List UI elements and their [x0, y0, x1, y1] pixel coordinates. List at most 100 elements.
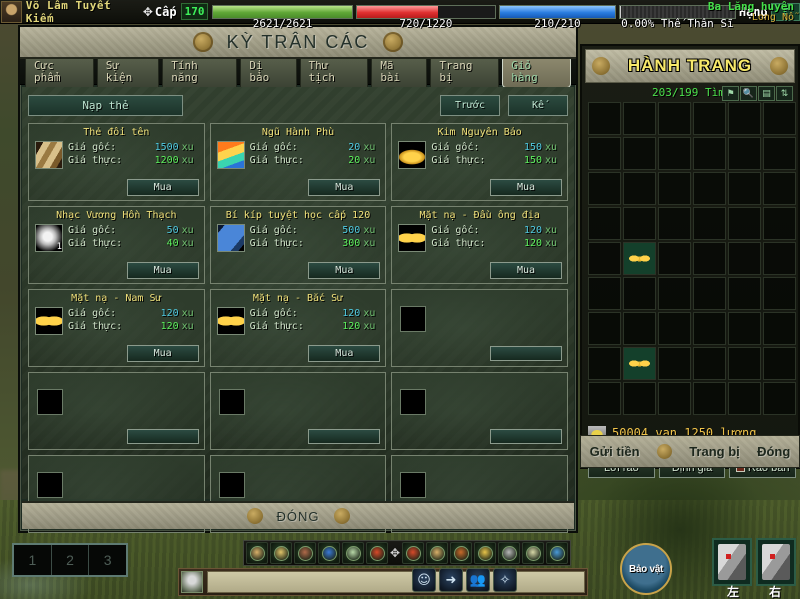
chat-input[interactable]	[207, 571, 585, 593]
treasure-button[interactable]: Bảo vật	[620, 543, 672, 595]
player-portrait[interactable]	[1, 0, 22, 23]
inventory-slot-empty[interactable]	[693, 172, 726, 205]
inventory-slot-empty[interactable]	[728, 137, 761, 170]
inventory-slot-empty[interactable]	[588, 172, 621, 205]
note-icon[interactable]: ▤	[758, 86, 775, 101]
buy-button[interactable]: Mua	[308, 345, 381, 362]
shop-tab-0[interactable]: Cực phẩm	[25, 55, 94, 88]
shop-tab-6[interactable]: Trang bị	[430, 55, 500, 88]
inventory-slot-empty[interactable]	[728, 172, 761, 205]
shop-tab-4[interactable]: Thư tịch	[299, 55, 369, 88]
sort-icon[interactable]: ⇅	[776, 86, 793, 101]
inventory-slot-empty[interactable]	[658, 277, 691, 310]
buy-button[interactable]: Mua	[126, 179, 199, 196]
inventory-slot-filled[interactable]	[623, 347, 656, 380]
inventory-slot-empty[interactable]	[623, 102, 656, 135]
buy-button[interactable]: Mua	[308, 262, 381, 279]
mount-icon[interactable]	[450, 542, 472, 564]
equipment-button[interactable]: Trang bị	[689, 444, 740, 459]
inventory-slot-empty[interactable]	[588, 242, 621, 275]
chat-icon[interactable]	[522, 542, 544, 564]
inventory-slot-empty[interactable]	[623, 207, 656, 240]
send-money-button[interactable]: Gửi tiền	[590, 444, 640, 459]
inventory-slot-empty[interactable]	[658, 312, 691, 345]
prev-page-button[interactable]: Trước	[440, 94, 500, 116]
inventory-slot-empty[interactable]	[658, 102, 691, 135]
skill-icon[interactable]	[402, 542, 424, 564]
shop-item-card[interactable]	[391, 289, 568, 367]
inventory-slot-empty[interactable]	[763, 312, 796, 345]
inventory-slot-empty[interactable]	[658, 207, 691, 240]
move-icon[interactable]: ✥	[390, 546, 400, 560]
buy-button[interactable]: Mua	[308, 179, 381, 196]
next-page-button[interactable]: Kế	[508, 94, 568, 116]
party-icon[interactable]: 👥	[466, 568, 490, 592]
inventory-slot-empty[interactable]	[588, 277, 621, 310]
inventory-slot-empty[interactable]	[588, 102, 621, 135]
shop-item-card[interactable]: Mặt nạ - Bắc Sư Giá gốc: 120 xu Giá thực: 120…	[209, 289, 387, 367]
chat-avatar-icon[interactable]	[181, 571, 203, 593]
inventory-slot-empty[interactable]	[588, 382, 621, 415]
shop-tab-2[interactable]: Tính năng	[162, 55, 238, 88]
left-hand-slot[interactable]	[712, 538, 752, 586]
guild-icon[interactable]	[366, 542, 388, 564]
inventory-slot-empty[interactable]	[763, 102, 796, 135]
emoji-icon[interactable]: ☺	[412, 568, 436, 592]
shop-item-card[interactable]: Ngũ Hành Phù Giá gốc: 20 xu Giá thực: 20 xu Mua	[209, 123, 387, 201]
inventory-slot-empty[interactable]	[763, 207, 796, 240]
quick-slot-1[interactable]: 1	[14, 545, 52, 575]
book-icon[interactable]	[318, 542, 340, 564]
character-icon[interactable]	[246, 542, 268, 564]
inventory-slot-empty[interactable]	[588, 207, 621, 240]
inventory-slot-empty[interactable]	[728, 382, 761, 415]
inventory-slot-empty[interactable]	[588, 312, 621, 345]
inventory-slot-empty[interactable]	[588, 137, 621, 170]
inventory-slot-empty[interactable]	[728, 312, 761, 345]
inventory-slot-empty[interactable]	[658, 172, 691, 205]
inventory-slot-empty[interactable]	[693, 277, 726, 310]
buy-button[interactable]: Mua	[490, 179, 562, 196]
inventory-slot-empty[interactable]	[728, 102, 761, 135]
shop-tab-3[interactable]: Dị bảo	[240, 55, 297, 88]
inventory-slot-empty[interactable]	[693, 347, 726, 380]
inventory-slot-empty[interactable]	[763, 347, 796, 380]
buy-button[interactable]: Mua	[490, 262, 562, 279]
inventory-slot-empty[interactable]	[623, 137, 656, 170]
inventory-slot-empty[interactable]	[693, 242, 726, 275]
buy-button[interactable]: Mua	[126, 262, 199, 279]
inventory-slot-empty[interactable]	[658, 382, 691, 415]
quick-slot-2[interactable]: 2	[52, 545, 90, 575]
inventory-slot-empty[interactable]	[658, 347, 691, 380]
shop-item-card[interactable]: Thẻ đổi tên Giá gốc: 1500 xu Giá thực: 1200 xu…	[28, 123, 205, 201]
shop-close-bar[interactable]: ĐÓNG	[22, 501, 574, 529]
inventory-slot-empty[interactable]	[693, 382, 726, 415]
shop-item-card[interactable]: Bí kíp tuyệt học cấp 120 Giá gốc: 500 xu Giá…	[209, 206, 387, 284]
inventory-slot-empty[interactable]	[763, 382, 796, 415]
inventory-slot-empty[interactable]	[728, 277, 761, 310]
shop-tab-1[interactable]: Sự kiện	[96, 55, 160, 88]
friends-icon[interactable]	[342, 542, 364, 564]
inventory-slot-empty[interactable]	[763, 242, 796, 275]
shop-item-card[interactable]	[391, 372, 568, 450]
gold-icon[interactable]	[474, 542, 496, 564]
shop-tab-7[interactable]: Giỏ hàng	[502, 55, 572, 88]
inventory-slot-empty[interactable]	[658, 137, 691, 170]
inventory-slot-empty[interactable]	[588, 347, 621, 380]
inventory-slot-empty[interactable]	[623, 172, 656, 205]
inventory-slot-empty[interactable]	[693, 312, 726, 345]
inventory-slot-empty[interactable]	[693, 207, 726, 240]
close-inventory-button[interactable]: Đóng	[757, 444, 790, 459]
shop-item-card[interactable]: Nhạc Vương Hồn Thạch 1 Giá gốc: 50 xu Giá thự…	[28, 206, 205, 284]
inventory-slot-empty[interactable]	[728, 347, 761, 380]
inventory-slot-empty[interactable]	[728, 242, 761, 275]
shop-item-card[interactable]	[209, 372, 387, 450]
craft-icon[interactable]	[498, 542, 520, 564]
topup-button[interactable]: Nạp thẻ	[28, 94, 183, 116]
bag-icon[interactable]	[270, 542, 292, 564]
flag-icon[interactable]: ⚑	[722, 86, 739, 101]
send-icon[interactable]: ➜	[439, 568, 463, 592]
right-hand-slot[interactable]	[756, 538, 796, 586]
auto-icon[interactable]	[546, 542, 568, 564]
inventory-slot-empty[interactable]	[763, 137, 796, 170]
quick-slot-3[interactable]: 3	[89, 545, 126, 575]
